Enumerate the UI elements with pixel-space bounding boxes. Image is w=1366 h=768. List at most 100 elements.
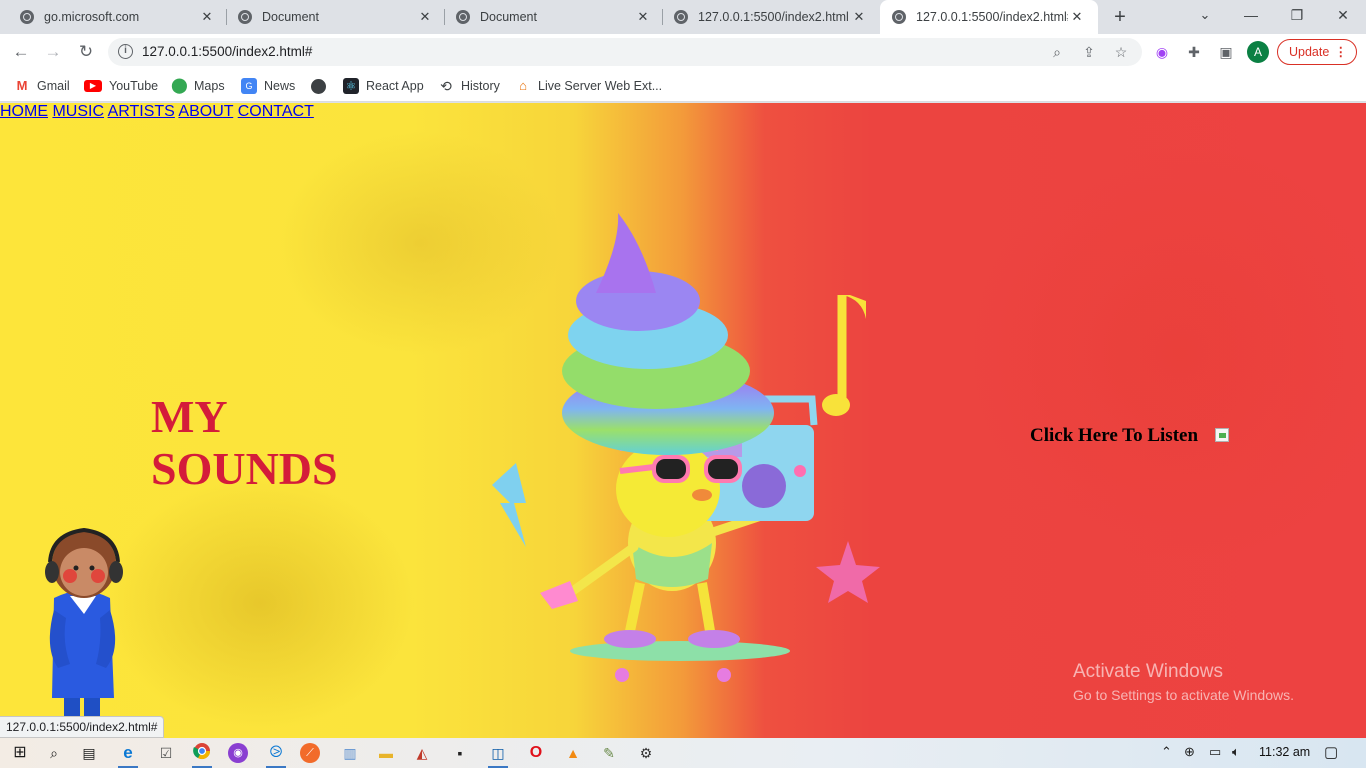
close-tab-icon[interactable]: ✕ bbox=[1068, 9, 1086, 25]
tab-title: 127.0.0.1:5500/index2.html bbox=[698, 10, 849, 24]
back-arrow-icon[interactable]: ← bbox=[9, 40, 33, 64]
nav-music[interactable]: MUSIC bbox=[52, 103, 104, 120]
bookmark-label: Live Server Web Ext... bbox=[538, 79, 663, 93]
tab-strip: go.microsoft.com ✕ Document ✕ Document ✕… bbox=[0, 0, 1366, 34]
new-tab-button[interactable]: + bbox=[1108, 5, 1132, 29]
close-tab-icon[interactable]: ✕ bbox=[198, 9, 216, 25]
task-view-icon[interactable]: ▤ bbox=[77, 742, 101, 764]
minimize-button[interactable]: — bbox=[1228, 0, 1274, 30]
profile-avatar[interactable]: A bbox=[1247, 41, 1269, 63]
update-label: Update bbox=[1289, 45, 1330, 59]
ide-icon[interactable]: ◭ bbox=[410, 742, 434, 764]
close-tab-icon[interactable]: ✕ bbox=[634, 9, 652, 25]
bookmark-maps[interactable]: ⬤ Maps bbox=[171, 77, 225, 95]
notification-center-icon[interactable]: ▢ bbox=[1324, 743, 1338, 761]
extensions-puzzle-icon[interactable]: ✚ bbox=[1183, 41, 1205, 63]
site-nav: HOME MUSIC ARTISTS ABOUT CONTACT bbox=[0, 103, 1366, 121]
menu-kebab-icon[interactable]: ⋮ bbox=[1335, 40, 1348, 64]
tab-index2[interactable]: 127.0.0.1:5500/index2.html ✕ bbox=[662, 0, 880, 34]
tray-chevron-up-icon[interactable]: ⌃ bbox=[1161, 744, 1172, 760]
tab-title: Document bbox=[480, 10, 537, 24]
youtube-icon: ▶ bbox=[84, 80, 102, 92]
share-icon[interactable]: ⇪ bbox=[1078, 42, 1100, 64]
store-icon[interactable]: ☑ bbox=[154, 742, 178, 764]
bookmark-star-icon[interactable]: ☆ bbox=[1110, 42, 1132, 64]
update-button[interactable]: Update ⋮ bbox=[1277, 39, 1357, 65]
tab-document-2[interactable]: Document ✕ bbox=[444, 0, 664, 34]
close-tab-icon[interactable]: ✕ bbox=[850, 9, 868, 25]
bookmark-youtube[interactable]: ▶ YouTube bbox=[84, 77, 158, 95]
forward-arrow-icon[interactable]: → bbox=[41, 40, 65, 64]
bookmark-history[interactable]: ⟲ History bbox=[438, 77, 500, 95]
chrome-icon[interactable] bbox=[190, 742, 214, 768]
address-bar[interactable]: i 127.0.0.1:5500/index2.html# ⌕ ⇪ ☆ bbox=[108, 38, 1142, 66]
ice-cream-mascot-illustration bbox=[492, 213, 880, 682]
news-icon: G bbox=[241, 78, 257, 94]
vlc-icon[interactable]: ▲ bbox=[561, 742, 585, 764]
bookmark-react-app[interactable]: ⚛ React App bbox=[343, 77, 424, 95]
paint-icon[interactable]: ✎ bbox=[597, 742, 621, 764]
bookmark-gmail[interactable]: M Gmail bbox=[14, 77, 70, 95]
boy-character-illustration bbox=[45, 527, 123, 738]
nav-about[interactable]: ABOUT bbox=[178, 103, 233, 120]
bookmark-label: History bbox=[461, 79, 500, 93]
reload-icon[interactable]: ↻ bbox=[74, 40, 98, 64]
tab-title: 127.0.0.1:5500/index2.html# bbox=[916, 10, 1068, 24]
side-panel-icon[interactable]: ▣ bbox=[1215, 41, 1237, 63]
active-app-icon[interactable]: ◫ bbox=[486, 742, 510, 768]
vscode-icon[interactable]: ⧁ bbox=[264, 742, 288, 768]
broken-image-icon[interactable] bbox=[1215, 428, 1229, 442]
nav-artists[interactable]: ARTISTS bbox=[108, 103, 175, 120]
bookmark-globe[interactable] bbox=[311, 77, 333, 95]
restore-button[interactable]: ❐ bbox=[1274, 0, 1320, 30]
activate-title: Activate Windows bbox=[1073, 661, 1223, 682]
globe-icon bbox=[20, 10, 34, 24]
nav-home[interactable]: HOME bbox=[0, 103, 48, 120]
tab-go-microsoft[interactable]: go.microsoft.com ✕ bbox=[8, 0, 228, 34]
tab-document-1[interactable]: Document ✕ bbox=[226, 0, 446, 34]
status-bar-url: 127.0.0.1:5500/index2.html# bbox=[0, 716, 165, 738]
battery-icon[interactable]: ▭ bbox=[1209, 744, 1221, 760]
maps-pin-icon: ⬤ bbox=[171, 77, 188, 94]
close-tab-icon[interactable]: ✕ bbox=[416, 9, 434, 25]
tab-search-chevron-icon[interactable]: ⌄ bbox=[1182, 0, 1228, 30]
bookmark-label: News bbox=[264, 79, 296, 93]
hero-title: MY SOUNDS bbox=[151, 391, 338, 494]
activate-windows-watermark: Activate Windows Go to Settings to activ… bbox=[1073, 661, 1294, 703]
opera-icon[interactable]: O bbox=[524, 742, 548, 764]
edge-icon[interactable]: e bbox=[116, 742, 140, 768]
bookmark-label: YouTube bbox=[109, 79, 159, 93]
close-window-button[interactable]: ✕ bbox=[1320, 0, 1366, 30]
windows-start-icon[interactable]: ⊞ bbox=[8, 742, 32, 764]
nav-contact[interactable]: CONTACT bbox=[238, 103, 314, 120]
postman-icon[interactable]: ⟋ bbox=[300, 743, 320, 763]
language-globe-icon[interactable]: ⊕ bbox=[1184, 744, 1195, 760]
globe-icon bbox=[456, 10, 470, 24]
chrome-logo-icon bbox=[193, 743, 211, 760]
activate-subtitle: Go to Settings to activate Windows. bbox=[1073, 687, 1294, 703]
address-url[interactable]: 127.0.0.1:5500/index2.html# bbox=[142, 44, 312, 59]
bookmark-label: React App bbox=[366, 79, 424, 93]
taskbar-clock[interactable]: 11:32 am bbox=[1259, 745, 1310, 759]
search-icon[interactable]: ⌕ bbox=[42, 742, 66, 764]
gmail-icon: M bbox=[16, 78, 28, 93]
zoom-icon[interactable]: ⌕ bbox=[1046, 42, 1068, 64]
bookmark-live-server[interactable]: ⌂ Live Server Web Ext... bbox=[515, 77, 662, 95]
media-cast-icon[interactable]: ◉ bbox=[1151, 41, 1173, 63]
tab-title: Document bbox=[262, 10, 319, 24]
globe-icon bbox=[892, 10, 906, 24]
globe-icon bbox=[311, 78, 326, 94]
volume-icon[interactable]: 🔈︎ bbox=[1232, 744, 1240, 760]
site-info-icon[interactable]: i bbox=[118, 44, 133, 59]
settings-gear-icon[interactable]: ⚙ bbox=[634, 742, 658, 764]
tab-title: go.microsoft.com bbox=[44, 10, 140, 24]
terminal-icon[interactable]: ▪ bbox=[448, 742, 472, 764]
bookmark-news[interactable]: G News bbox=[241, 77, 295, 95]
notepad-icon[interactable]: ▥ bbox=[338, 742, 362, 764]
listen-link[interactable]: Click Here To Listen bbox=[1030, 425, 1198, 447]
bookmarks-bar: M Gmail ▶ YouTube ⬤ Maps G News ⚛ React … bbox=[0, 70, 1366, 102]
browser-toolbar: ← → ↻ i 127.0.0.1:5500/index2.html# ⌕ ⇪ … bbox=[0, 34, 1366, 70]
file-explorer-icon[interactable]: ▬ bbox=[374, 742, 398, 764]
tab-index2-active[interactable]: 127.0.0.1:5500/index2.html# ✕ bbox=[880, 0, 1098, 34]
github-desktop-icon[interactable]: ◉ bbox=[228, 743, 248, 763]
